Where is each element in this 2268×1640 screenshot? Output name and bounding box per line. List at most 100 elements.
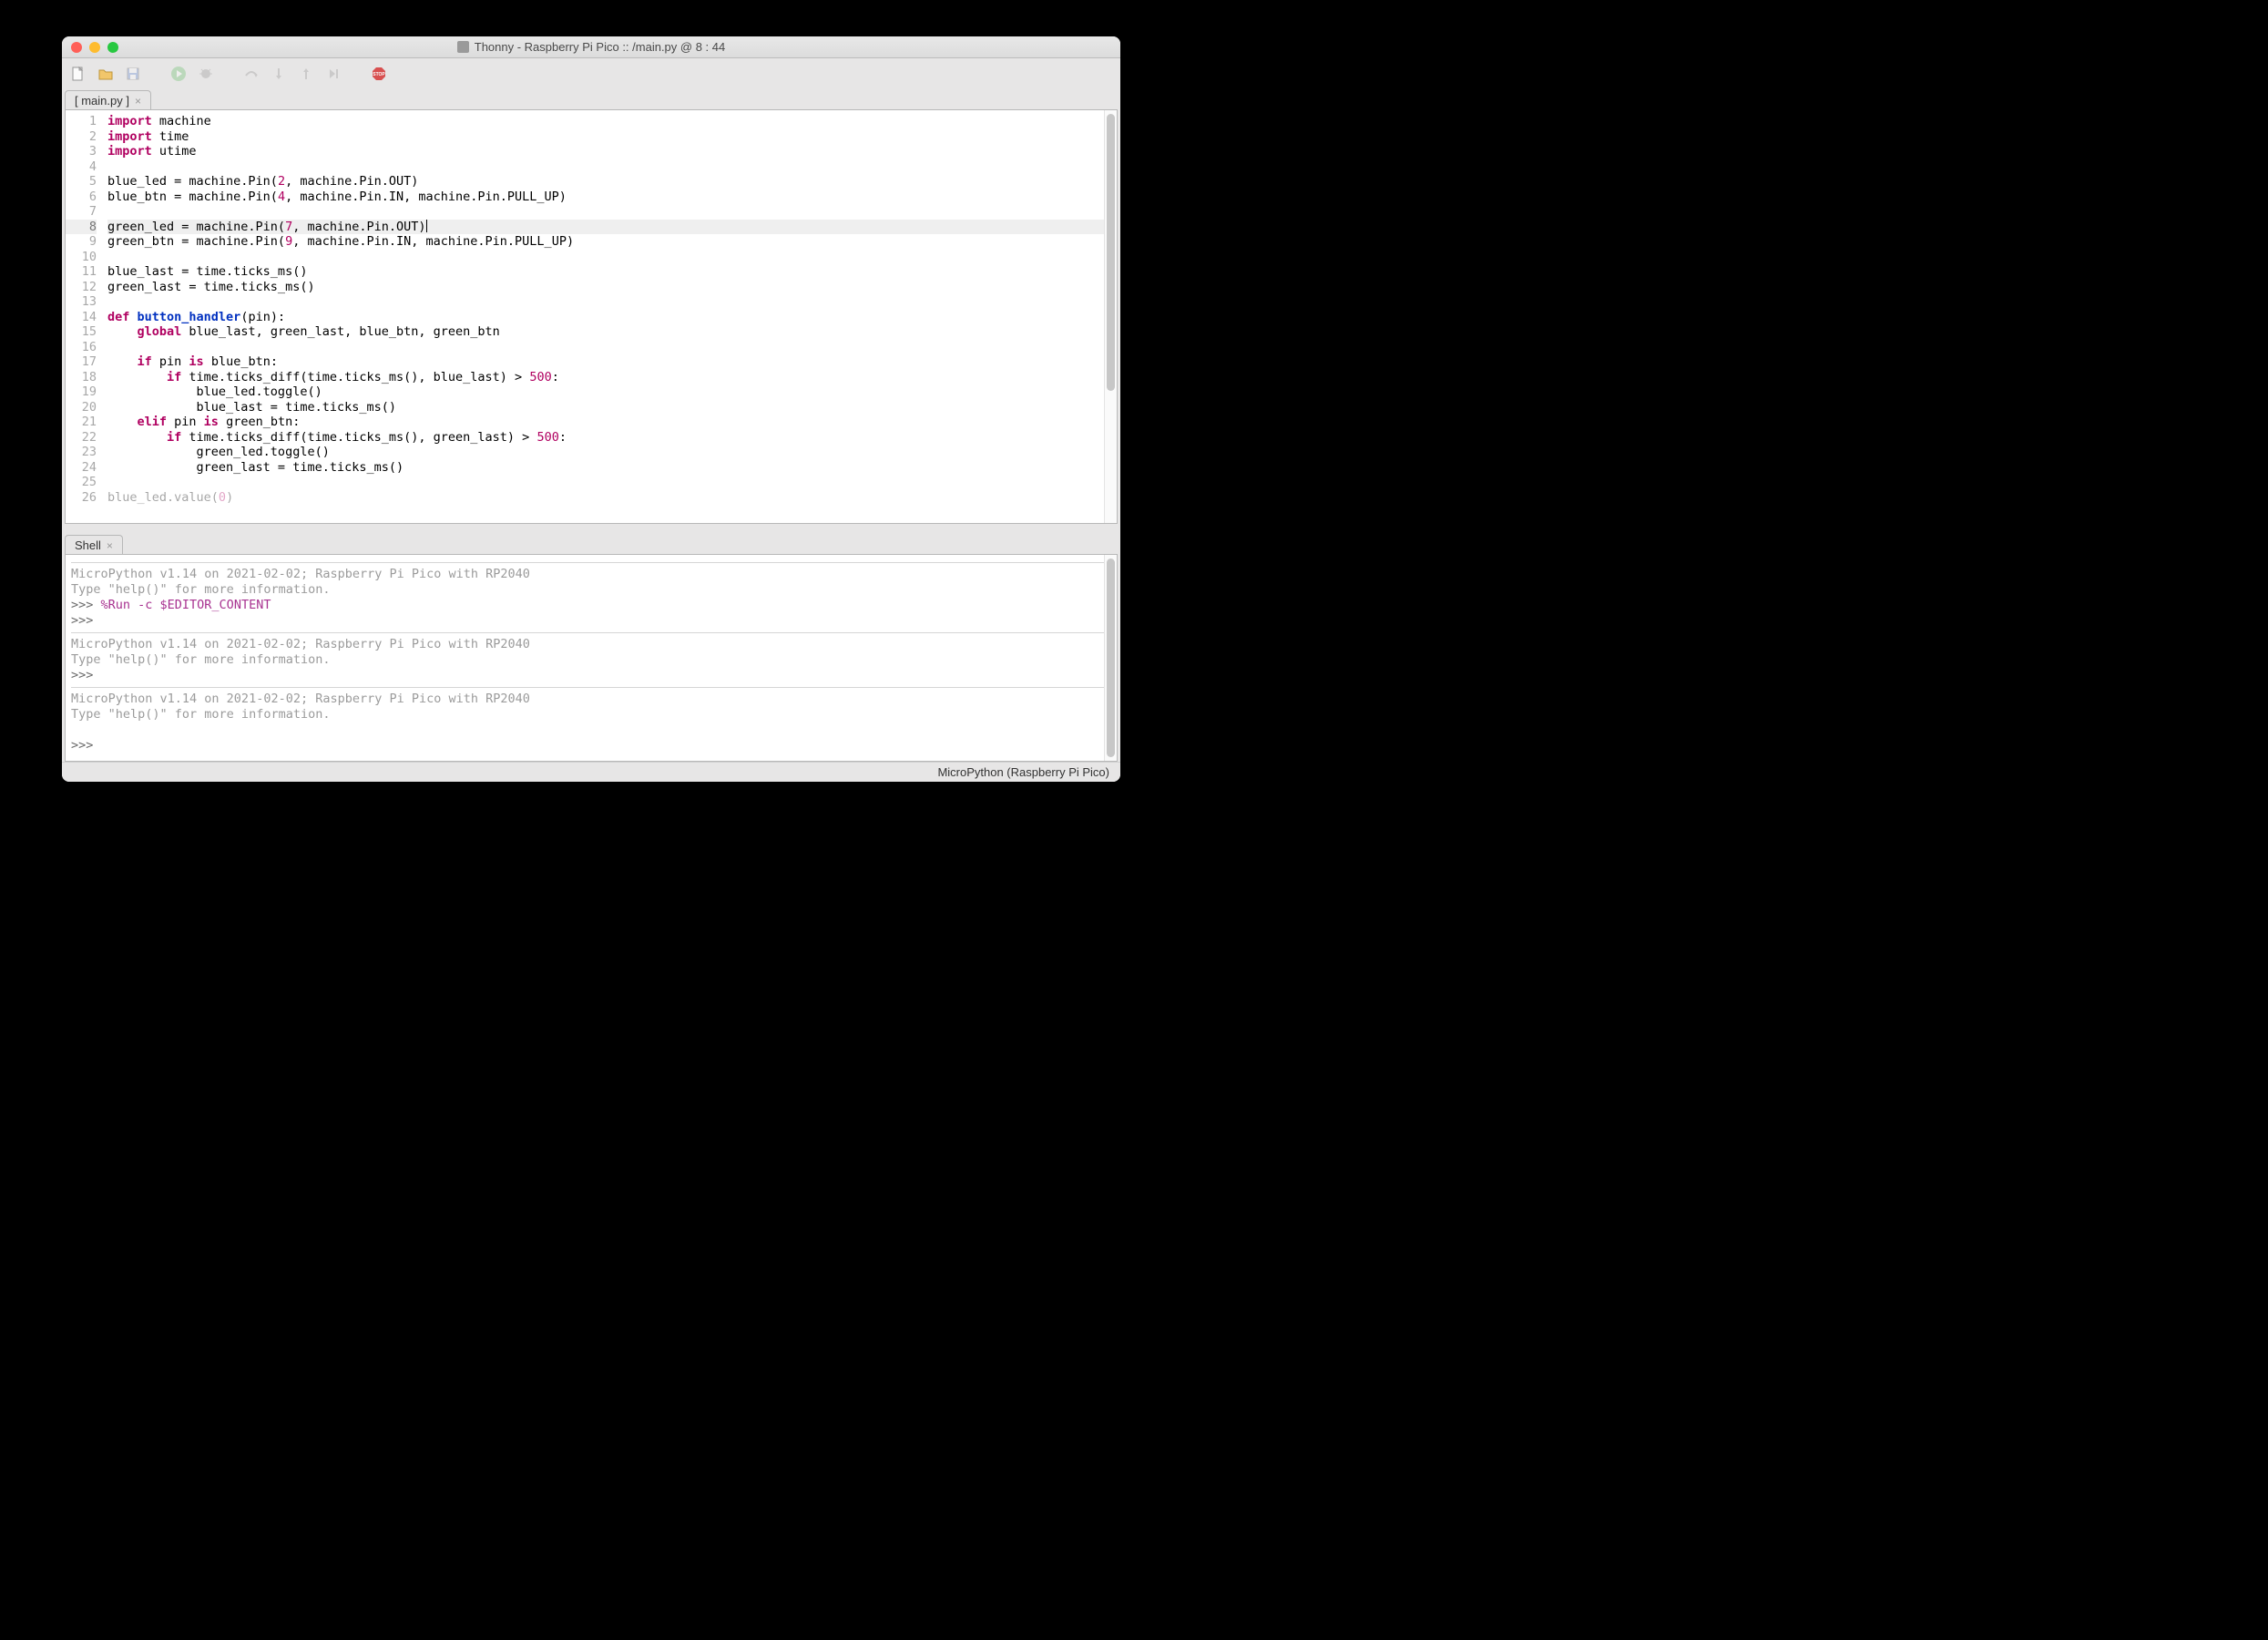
code-line[interactable]: blue_led.toggle() [107,384,1117,400]
code-line[interactable]: green_last = time.ticks_ms() [107,460,1117,476]
shell-tabs: Shell × [62,534,1120,554]
tab-label: Shell [75,538,101,552]
shell-scrollbar[interactable] [1104,555,1117,761]
line-number: 2 [66,129,97,145]
shell-line: >>> [71,738,1111,753]
line-number: 1 [66,114,97,129]
resume-button[interactable] [324,65,342,83]
toolbar: STOP [62,58,1120,89]
code-line[interactable]: import utime [107,144,1117,159]
shell[interactable]: MicroPython v1.14 on 2021-02-02; Raspber… [65,554,1118,762]
debug-button[interactable] [197,65,215,83]
line-number: 25 [66,475,97,490]
titlebar: Thonny - Raspberry Pi Pico :: /main.py @… [62,36,1120,58]
shell-line: Type "help()" for more information. [71,652,1111,668]
maximize-window-button[interactable] [107,42,118,53]
code-line[interactable]: import time [107,129,1117,145]
code-line[interactable]: if time.ticks_diff(time.ticks_ms(), blue… [107,370,1117,385]
shell-line: MicroPython v1.14 on 2021-02-02; Raspber… [71,567,1111,582]
line-number: 26 [66,490,97,506]
tab-main-py[interactable]: [ main.py ] × [65,90,151,110]
traffic-lights [62,42,118,53]
editor[interactable]: 1234567891011121314151617181920212223242… [65,109,1118,524]
scrollbar-thumb[interactable] [1107,559,1115,757]
line-number: 19 [66,384,97,400]
code-line[interactable]: global blue_last, green_last, blue_btn, … [107,324,1117,340]
code-line[interactable] [107,250,1117,265]
code-line[interactable]: if time.ticks_diff(time.ticks_ms(), gree… [107,430,1117,446]
line-number: 7 [66,204,97,220]
line-number: 5 [66,174,97,190]
stop-button[interactable]: STOP [370,65,388,83]
window-title-text: Thonny - Raspberry Pi Pico :: /main.py @… [475,40,725,54]
app-icon [457,41,469,53]
code-line[interactable]: blue_led = machine.Pin(2, machine.Pin.OU… [107,174,1117,190]
line-number: 13 [66,294,97,310]
line-number: 9 [66,234,97,250]
statusbar: MicroPython (Raspberry Pi Pico) [62,762,1120,782]
line-number: 22 [66,430,97,446]
line-number: 17 [66,354,97,370]
tab-label: [ main.py ] [75,94,129,108]
window-title: Thonny - Raspberry Pi Pico :: /main.py @… [62,40,1120,54]
shell-line: Type "help()" for more information. [71,582,1111,598]
code-line[interactable]: green_led.toggle() [107,445,1117,460]
line-number: 24 [66,460,97,476]
editor-tabs: [ main.py ] × [62,89,1120,109]
line-number: 20 [66,400,97,415]
text-cursor [426,220,427,232]
code-line[interactable]: if pin is blue_btn: [107,354,1117,370]
shell-separator [71,632,1111,633]
code-line[interactable] [107,159,1117,175]
shell-line [71,723,1111,738]
line-number: 4 [66,159,97,175]
line-number: 8 [66,220,97,235]
line-number: 16 [66,340,97,355]
interpreter-label[interactable]: MicroPython (Raspberry Pi Pico) [937,765,1109,779]
step-over-button[interactable] [242,65,261,83]
run-button[interactable] [169,65,188,83]
code-line[interactable]: green_last = time.ticks_ms() [107,280,1117,295]
save-file-button[interactable] [124,65,142,83]
code-line[interactable] [107,340,1117,355]
code-line[interactable]: green_btn = machine.Pin(9, machine.Pin.I… [107,234,1117,250]
editor-scrollbar[interactable] [1104,110,1117,523]
shell-line: MicroPython v1.14 on 2021-02-02; Raspber… [71,637,1111,652]
code-line[interactable]: green_led = machine.Pin(7, machine.Pin.O… [107,220,1117,235]
editor-gutter: 1234567891011121314151617181920212223242… [66,110,102,523]
line-number: 3 [66,144,97,159]
line-number: 6 [66,190,97,205]
code-line[interactable] [107,204,1117,220]
line-number: 21 [66,415,97,430]
code-line[interactable]: blue_last = time.ticks_ms() [107,400,1117,415]
new-file-button[interactable] [69,65,87,83]
code-line[interactable]: blue_last = time.ticks_ms() [107,264,1117,280]
code-line[interactable] [107,475,1117,490]
editor-code[interactable]: import machineimport timeimport utime blu… [102,110,1117,523]
step-out-button[interactable] [297,65,315,83]
open-file-button[interactable] [97,65,115,83]
tab-shell[interactable]: Shell × [65,535,123,555]
close-shell-tab-icon[interactable]: × [107,539,113,552]
svg-text:STOP: STOP [373,72,385,77]
code-line[interactable]: blue_btn = machine.Pin(4, machine.Pin.IN… [107,190,1117,205]
shell-line: Type "help()" for more information. [71,707,1111,723]
close-window-button[interactable] [71,42,82,53]
code-line[interactable]: blue_led.value(0) [107,490,1117,506]
code-line[interactable]: def button_handler(pin): [107,310,1117,325]
shell-separator [71,687,1111,688]
step-into-button[interactable] [270,65,288,83]
shell-line: >>> [71,668,1111,683]
code-line[interactable]: elif pin is green_btn: [107,415,1117,430]
code-line[interactable] [107,294,1117,310]
minimize-window-button[interactable] [89,42,100,53]
app-window: Thonny - Raspberry Pi Pico :: /main.py @… [62,36,1120,782]
line-number: 15 [66,324,97,340]
scrollbar-thumb[interactable] [1107,114,1115,391]
line-number: 18 [66,370,97,385]
close-tab-icon[interactable]: × [135,95,141,108]
shell-line: MicroPython v1.14 on 2021-02-02; Raspber… [71,692,1111,707]
code-line[interactable]: import machine [107,114,1117,129]
shell-line: >>> %Run -c $EDITOR_CONTENT [71,598,1111,613]
line-number: 11 [66,264,97,280]
